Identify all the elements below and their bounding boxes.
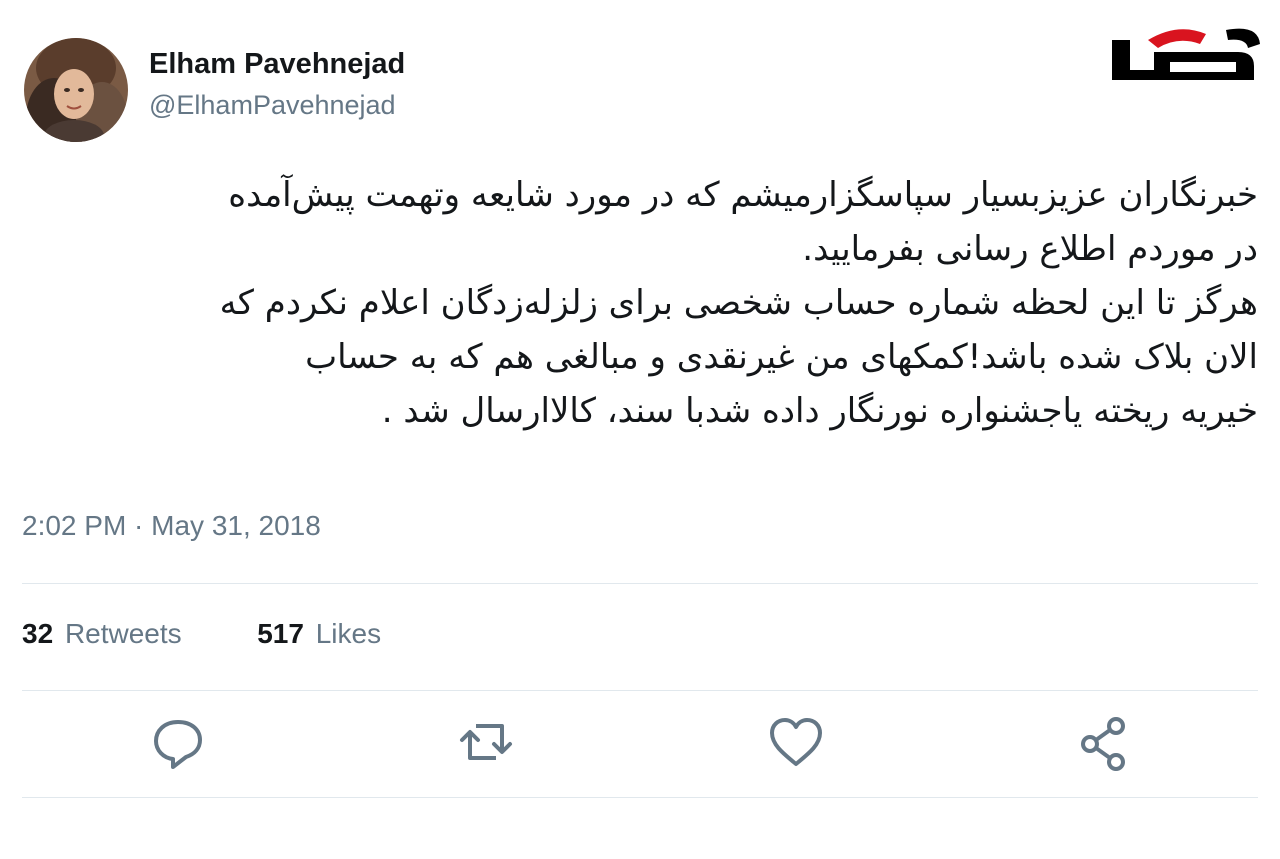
avatar-image xyxy=(24,38,128,142)
tweet-stats: 32 Retweets 517 Likes xyxy=(22,618,381,650)
likes-label: Likes xyxy=(315,618,382,649)
avatar[interactable] xyxy=(24,38,128,142)
divider xyxy=(22,690,1258,691)
like-button[interactable] xyxy=(766,712,826,772)
tweet-timestamp[interactable]: 2:02 PM · May 31, 2018 xyxy=(22,510,321,542)
tweet-text: خبرنگاران عزیزبسیار سپاسگزارمیشم که در م… xyxy=(22,168,1258,438)
retweet-button[interactable] xyxy=(456,712,516,772)
retweet-icon xyxy=(460,724,512,760)
tweet-line: خبرنگاران عزیزبسیار سپاسگزارمیشم که در م… xyxy=(228,175,1258,215)
like-icon xyxy=(770,718,822,766)
reply-icon xyxy=(154,720,202,769)
tweet-line: در موردم اطلاع رسانی بفرمایید. xyxy=(802,229,1258,269)
retweets-label: Retweets xyxy=(64,618,182,649)
tweet-line: هرگز تا این لحظه شماره حساب شخصی برای زل… xyxy=(219,283,1258,323)
retweets-count: 32 xyxy=(22,618,54,649)
reply-button[interactable] xyxy=(148,712,208,772)
rokna-logo xyxy=(1108,22,1264,88)
tweet-line: الان بلاک شده باشد!کمکهای من غیرنقدی و م… xyxy=(305,337,1258,377)
user-handle[interactable]: @ElhamPavehnejad xyxy=(149,90,396,121)
tweet-line: خیریه ریخته یاجشنواره نورنگار داده شدبا … xyxy=(381,391,1258,431)
likes-count: 517 xyxy=(257,618,304,649)
divider xyxy=(22,583,1258,584)
display-name[interactable]: Elham Pavehnejad xyxy=(149,48,405,81)
retweets-stat[interactable]: 32 Retweets xyxy=(22,618,189,649)
share-button[interactable] xyxy=(1074,712,1134,772)
divider xyxy=(22,797,1258,798)
share-icon xyxy=(1081,717,1125,771)
likes-stat[interactable]: 517 Likes xyxy=(257,618,381,649)
